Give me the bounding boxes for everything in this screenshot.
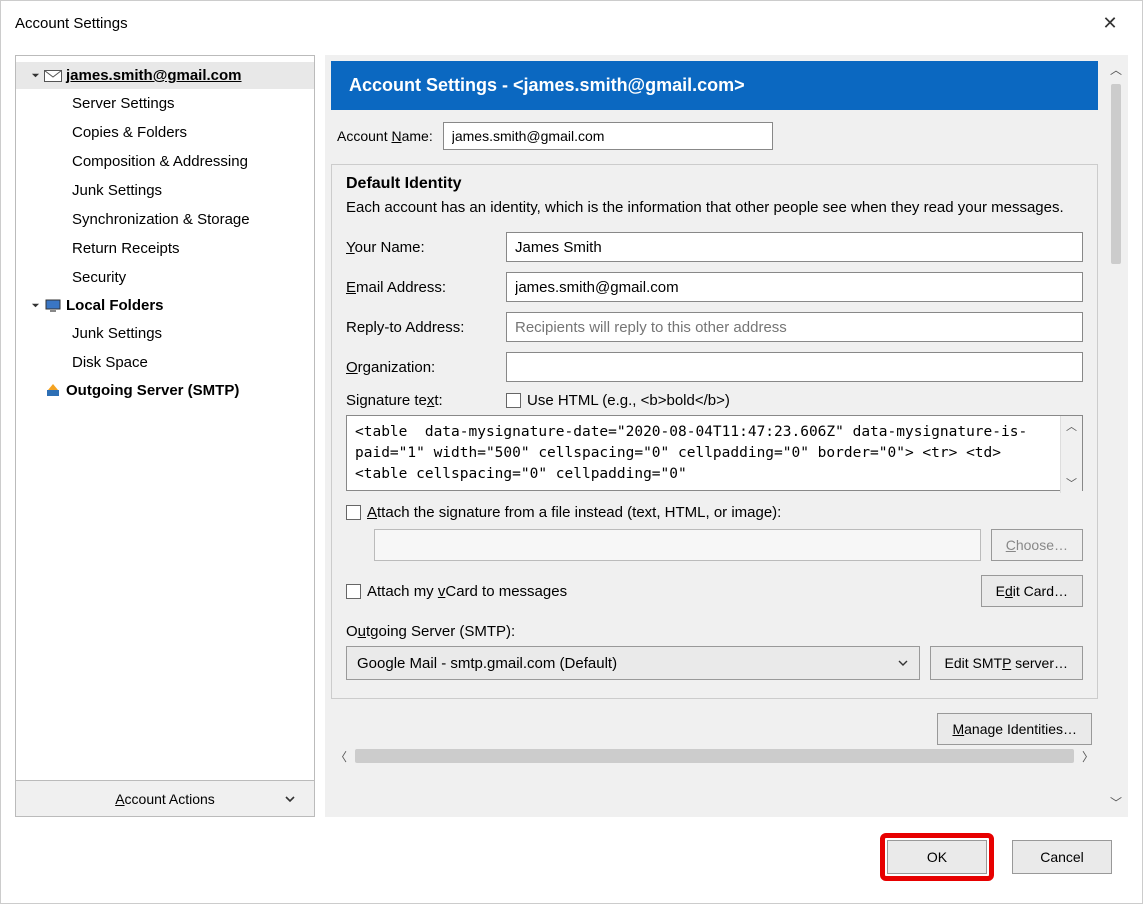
- smtp-label: Outgoing Server (SMTP): [66, 382, 239, 399]
- attach-file-label: Attach the signature from a file instead…: [367, 504, 781, 521]
- scroll-right-icon[interactable]: 〉: [1078, 748, 1098, 765]
- smtp-value: Google Mail - smtp.gmail.com (Default): [357, 655, 617, 672]
- local-folders-label: Local Folders: [66, 297, 164, 314]
- account-actions-button[interactable]: Account Actions: [16, 780, 314, 816]
- sidebar-item-junk[interactable]: Junk Settings: [16, 176, 314, 205]
- account-root[interactable]: james.smith@gmail.com: [16, 62, 314, 89]
- horizontal-scrollbar[interactable]: 〈 〉: [331, 745, 1098, 767]
- edit-card-button[interactable]: Edit Card…: [981, 575, 1083, 607]
- sidebar-item-composition[interactable]: Composition & Addressing: [16, 147, 314, 176]
- identity-title: Default Identity: [346, 175, 1083, 193]
- choose-button[interactable]: Choose…: [991, 529, 1083, 561]
- your-name-input[interactable]: [506, 232, 1083, 262]
- signature-text-label: Signature text:: [346, 392, 496, 409]
- textarea-scrollbar[interactable]: ︿ ﹀: [1060, 416, 1082, 493]
- close-icon[interactable]: ✕: [1092, 13, 1128, 34]
- signature-textarea[interactable]: [346, 415, 1083, 491]
- chevron-down-icon[interactable]: [30, 301, 40, 310]
- attach-vcard-label: Attach my vCard to messages: [367, 583, 567, 600]
- scroll-up-icon[interactable]: ︿: [1110, 61, 1122, 78]
- identity-desc: Each account has an identity, which is t…: [346, 197, 1083, 218]
- scroll-down-icon[interactable]: ﹀: [1066, 475, 1077, 491]
- sidebar-item-copies-folders[interactable]: Copies & Folders: [16, 118, 314, 147]
- use-html-label: Use HTML (e.g., <b>bold</b>): [527, 392, 730, 409]
- account-settings-window: Account Settings ✕ james.smith@gmail.com…: [0, 0, 1143, 904]
- banner-email: james.smith@gmail.com: [524, 75, 735, 95]
- account-name-label: Account Name:: [337, 128, 433, 144]
- smtp-section-label: Outgoing Server (SMTP):: [346, 623, 1083, 640]
- sidebar-item-return-receipts[interactable]: Return Receipts: [16, 234, 314, 263]
- sidebar-item-security[interactable]: Security: [16, 263, 314, 292]
- organization-input[interactable]: [506, 352, 1083, 382]
- vertical-scrollbar[interactable]: ︿ ﹀: [1104, 55, 1128, 817]
- attach-file-checkbox[interactable]: Attach the signature from a file instead…: [346, 504, 781, 521]
- chevron-down-icon: [284, 791, 296, 807]
- banner-suffix: >: [734, 75, 745, 95]
- scroll-left-icon[interactable]: 〈: [331, 748, 351, 765]
- titlebar: Account Settings ✕: [1, 1, 1142, 45]
- sidebar-item-local-junk[interactable]: Junk Settings: [16, 319, 314, 348]
- email-input[interactable]: [506, 272, 1083, 302]
- account-tree: james.smith@gmail.com Server Settings Co…: [16, 56, 314, 780]
- manage-identities-button[interactable]: Manage Identities…: [937, 713, 1092, 745]
- main-panel: Account Settings - <james.smith@gmail.co…: [325, 55, 1104, 817]
- checkbox-icon: [506, 393, 521, 408]
- edit-smtp-button[interactable]: Edit SMTP server…: [930, 646, 1083, 680]
- monitor-icon: [44, 299, 62, 313]
- cancel-button[interactable]: Cancel: [1012, 840, 1112, 874]
- banner-prefix: Account Settings - <: [349, 75, 524, 95]
- checkbox-icon: [346, 505, 361, 520]
- scroll-down-icon[interactable]: ﹀: [1110, 794, 1122, 811]
- sidebar-item-smtp[interactable]: Outgoing Server (SMTP): [16, 377, 314, 404]
- ok-highlight: OK: [880, 833, 994, 881]
- scrollbar-thumb[interactable]: [355, 749, 1074, 763]
- window-title: Account Settings: [15, 15, 128, 32]
- reply-to-label: Reply-to Address:: [346, 319, 496, 336]
- your-name-label: Your Name:: [346, 239, 496, 256]
- account-email-label: james.smith@gmail.com: [66, 67, 242, 84]
- checkbox-icon: [346, 584, 361, 599]
- envelope-icon: [44, 69, 62, 83]
- organization-label: Organization:: [346, 359, 496, 376]
- reply-to-input[interactable]: [506, 312, 1083, 342]
- body-layout: james.smith@gmail.com Server Settings Co…: [1, 45, 1142, 817]
- attach-vcard-checkbox[interactable]: Attach my vCard to messages: [346, 583, 567, 600]
- main-wrap: Account Settings - <james.smith@gmail.co…: [325, 55, 1128, 817]
- chevron-down-icon: [897, 655, 909, 672]
- use-html-checkbox[interactable]: Use HTML (e.g., <b>bold</b>): [506, 392, 730, 409]
- account-name-input[interactable]: [443, 122, 773, 150]
- email-label: Email Address:: [346, 279, 496, 296]
- account-name-row: Account Name:: [325, 116, 1104, 164]
- ok-button[interactable]: OK: [887, 840, 987, 874]
- account-actions-label: Account Actions: [115, 791, 215, 807]
- sidebar-item-sync-storage[interactable]: Synchronization & Storage: [16, 205, 314, 234]
- sidebar-item-disk-space[interactable]: Disk Space: [16, 348, 314, 377]
- scroll-up-icon[interactable]: ︿: [1066, 418, 1077, 434]
- smtp-icon: [44, 384, 62, 398]
- smtp-select[interactable]: Google Mail - smtp.gmail.com (Default): [346, 646, 920, 680]
- banner: Account Settings - <james.smith@gmail.co…: [331, 61, 1098, 110]
- sidebar-item-server-settings[interactable]: Server Settings: [16, 89, 314, 118]
- footer: OK Cancel: [1, 817, 1142, 903]
- chevron-down-icon[interactable]: [30, 71, 40, 80]
- scrollbar-thumb[interactable]: [1111, 84, 1121, 264]
- local-folders-root[interactable]: Local Folders: [16, 292, 314, 319]
- identity-panel: Default Identity Each account has an ide…: [331, 164, 1098, 699]
- signature-file-input: [374, 529, 981, 561]
- sidebar: james.smith@gmail.com Server Settings Co…: [15, 55, 315, 817]
